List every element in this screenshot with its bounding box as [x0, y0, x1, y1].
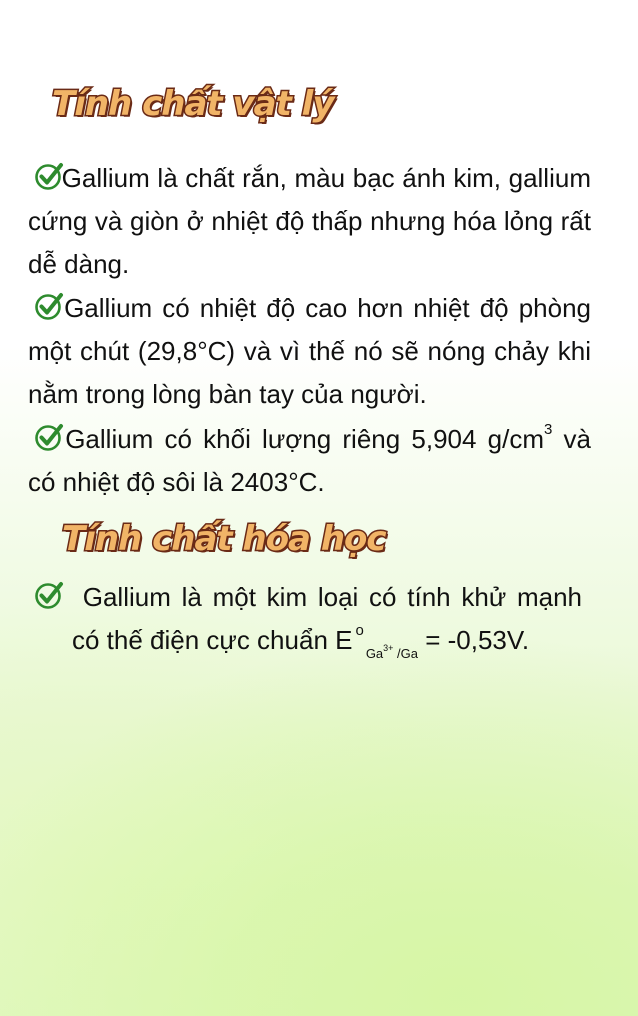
bullet-spacer [72, 582, 83, 612]
physical-property-3-text: Gallium có khối lượng riêng 5,904 g/cm [65, 424, 545, 454]
standard-state-symbol: o [355, 622, 364, 639]
redox-couple-subscript: Ga3+ /Ga [365, 643, 418, 661]
bullet-spacer [28, 293, 64, 323]
bullet-spacer [28, 163, 62, 193]
chemical-property-1-text-end: = -0,53V. [418, 625, 530, 655]
check-circle-icon [35, 582, 63, 609]
physical-property-2-text: Gallium có nhiệt độ cao hơn nhiệt độ phò… [28, 293, 591, 409]
physical-property-1-text: Gallium là chất rắn, màu bạc ánh kim, ga… [28, 163, 591, 279]
physical-property-3: Gallium có khối lượng riêng 5,904 g/cm3 … [28, 418, 591, 504]
redox-element: Ga [365, 646, 384, 661]
physical-property-2: Gallium có nhiệt độ cao hơn nhiệt độ phò… [28, 287, 591, 416]
redox-ion-charge: 3+ [383, 643, 394, 653]
chemical-property-1: Gallium là một kim loại có tính khử mạnh… [72, 576, 582, 662]
bullet-spacer [28, 424, 65, 454]
redox-couple-rest: /Ga [393, 646, 418, 661]
physical-property-1: Gallium là chất rắn, màu bạc ánh kim, ga… [28, 157, 591, 286]
section-title-chemical: Tính chất hóa học [61, 518, 389, 561]
section-title-physical: Tính chất vật lý [51, 83, 336, 126]
